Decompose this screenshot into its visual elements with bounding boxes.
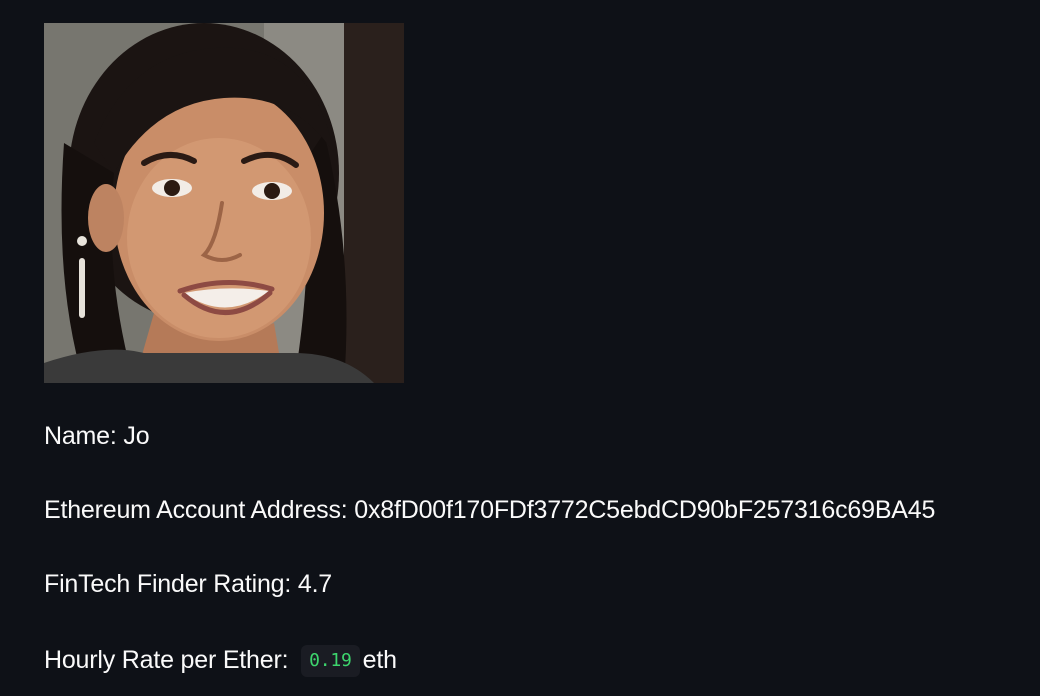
candidate-card: Name: Jo Ethereum Account Address: 0x8fD…	[0, 0, 1040, 696]
hourly-rate-unit: eth	[362, 646, 397, 674]
ethereum-address-line: Ethereum Account Address: 0x8fD00f170FDf…	[44, 494, 935, 526]
hourly-rate-label: Hourly Rate per Ether:	[44, 646, 296, 674]
name-value: Jo	[123, 422, 150, 450]
ethereum-address-value: 0x8fD00f170FDf3772C5ebdCD90bF257316c69BA…	[354, 496, 936, 524]
rating-label: FinTech Finder Rating:	[44, 570, 298, 598]
ethereum-address-label: Ethereum Account Address:	[44, 496, 355, 524]
profile-photo-illustration	[44, 23, 404, 383]
name-label: Name:	[44, 422, 124, 450]
hourly-rate-line: Hourly Rate per Ether: 0.19 eth	[44, 644, 397, 677]
name-line: Name: Jo	[44, 420, 150, 452]
profile-photo	[44, 23, 404, 383]
rating-value: 4.7	[297, 570, 333, 598]
rating-line: FinTech Finder Rating: 4.7	[44, 568, 332, 600]
hourly-rate-value: 0.19	[301, 645, 360, 677]
